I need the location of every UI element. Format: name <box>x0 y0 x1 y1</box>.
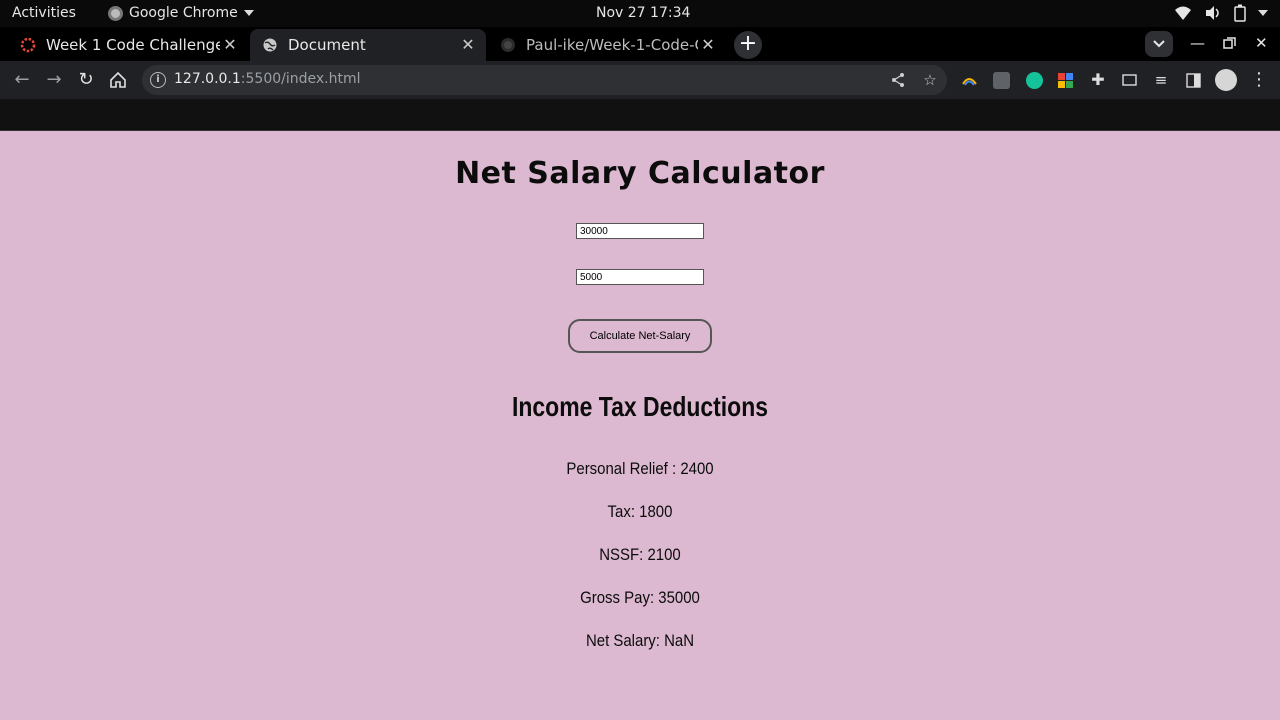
tab-label: Paul-ike/Week-1-Code-Challenge <box>526 36 698 54</box>
more-menu-icon[interactable]: ⋮ <box>1250 69 1268 91</box>
address-bar[interactable]: i 127.0.0.1:5500/index.html ☆ <box>142 65 947 95</box>
extensions-puzzle-icon[interactable]: ✚ <box>1087 69 1109 91</box>
chevron-down-icon <box>1153 40 1165 48</box>
tab-strip: Week 1 Code Challenge ✕ Document ✕ Paul-… <box>0 27 1280 61</box>
volume-icon <box>1206 6 1219 20</box>
tab-label: Document <box>288 36 366 54</box>
media-controls-icon[interactable]: ≡ <box>1150 69 1172 91</box>
net-salary-result: Net Salary: NaN <box>585 631 695 650</box>
close-icon[interactable]: ✕ <box>220 35 240 55</box>
clock[interactable]: Nov 27 17:34 <box>596 5 690 21</box>
globe-icon <box>263 38 277 52</box>
profile-avatar[interactable] <box>1215 69 1237 91</box>
browser-toolbar: ← → ↻ i 127.0.0.1:5500/index.html ☆ ✚ ≡ … <box>0 61 1280 99</box>
reload-icon[interactable]: ↻ <box>75 69 97 91</box>
chevron-down-icon <box>243 10 254 16</box>
wifi-icon <box>1175 6 1191 20</box>
tab-week-1-code-challenge[interactable]: Week 1 Code Challenge ✕ <box>8 29 248 61</box>
share-icon[interactable] <box>890 72 906 88</box>
bookmarks-bar <box>0 99 1280 131</box>
calculate-net-salary-button[interactable]: Calculate Net-Salary <box>568 319 712 353</box>
restore-icon[interactable] <box>1223 37 1236 50</box>
chrome-icon <box>108 5 123 21</box>
loading-ring-icon <box>20 37 36 53</box>
tab-github-repo[interactable]: Paul-ike/Week-1-Code-Challenge ✕ <box>488 29 726 61</box>
bookmark-star-icon[interactable]: ☆ <box>922 72 938 88</box>
page-title: Net Salary Calculator <box>455 156 825 191</box>
github-icon <box>501 38 515 52</box>
google-extension-icon[interactable] <box>1057 72 1074 89</box>
url-text: 127.0.0.1:5500/index.html <box>174 71 361 87</box>
activities-button[interactable]: Activities <box>12 5 76 21</box>
system-tray[interactable] <box>1174 4 1268 22</box>
url-host: 127.0.0.1 <box>174 71 241 87</box>
url-path: :5500/index.html <box>240 71 361 87</box>
forward-arrow-icon[interactable]: → <box>43 69 65 91</box>
app-menu-label: Google Chrome <box>129 5 238 21</box>
close-icon[interactable]: ✕ <box>698 35 718 55</box>
app-menu[interactable]: Google Chrome <box>108 5 254 21</box>
section-title: Income Tax Deductions <box>511 391 769 422</box>
tab-search-button[interactable] <box>1145 31 1173 57</box>
grammarly-icon[interactable] <box>1026 72 1043 89</box>
nssf-result: NSSF: 2100 <box>599 545 681 564</box>
tax-result: Tax: 1800 <box>607 502 673 521</box>
minimize-icon[interactable]: — <box>1190 34 1205 52</box>
gross-pay-result: Gross Pay: 35000 <box>580 588 700 607</box>
tab-label: Week 1 Code Challenge <box>46 36 220 54</box>
home-icon[interactable] <box>107 69 129 91</box>
system-top-bar: Activities Google Chrome Nov 27 17:34 <box>0 0 1280 27</box>
page-content: Net Salary Calculator Calculate Net-Sala… <box>0 132 1280 720</box>
basic-salary-input[interactable] <box>576 223 704 239</box>
site-info-icon[interactable]: i <box>150 72 166 88</box>
benefits-input[interactable] <box>576 269 704 285</box>
personal-relief-result: Personal Relief : 2400 <box>566 459 714 478</box>
side-panel-icon[interactable] <box>1185 72 1202 89</box>
tab-document[interactable]: Document ✕ <box>250 29 486 61</box>
cast-icon[interactable] <box>1121 72 1138 89</box>
back-arrow-icon[interactable]: ← <box>11 69 33 91</box>
chevron-down-icon <box>1258 10 1268 16</box>
battery-icon <box>1234 4 1246 22</box>
rainbow-extension-icon[interactable] <box>961 72 978 89</box>
close-icon[interactable]: ✕ <box>458 35 478 55</box>
new-tab-button[interactable]: + <box>734 31 762 59</box>
more-extension-icon[interactable] <box>993 72 1010 89</box>
close-window-icon[interactable]: ✕ <box>1255 34 1268 52</box>
